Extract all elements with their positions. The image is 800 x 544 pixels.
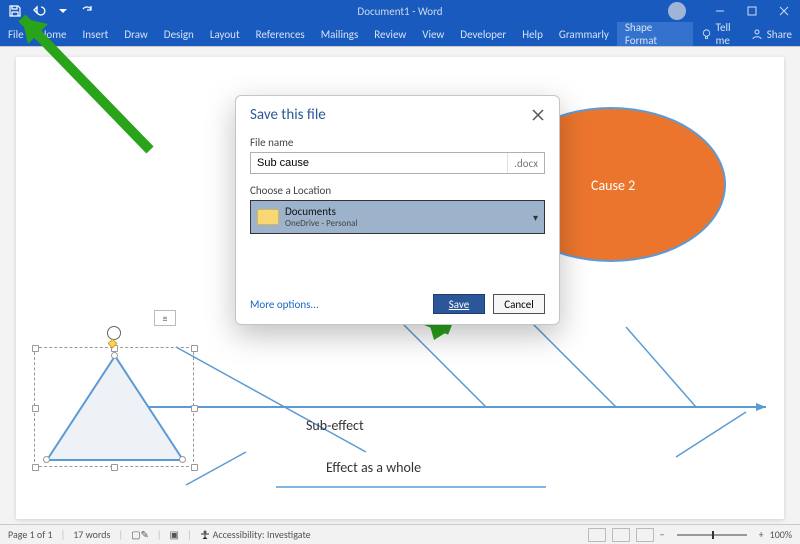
save-dialog: Save this file File name .docx Choose a … <box>235 95 560 325</box>
undo-icon[interactable] <box>30 2 48 20</box>
tab-grammarly[interactable]: Grammarly <box>551 22 617 46</box>
zoom-level[interactable]: 100% <box>770 528 792 541</box>
tab-mailings[interactable]: Mailings <box>313 22 367 46</box>
tab-help[interactable]: Help <box>514 22 551 46</box>
location-sub: OneDrive - Personal <box>285 218 358 229</box>
tab-draw[interactable]: Draw <box>116 22 155 46</box>
avatar <box>668 2 686 20</box>
accessibility-icon <box>200 530 210 540</box>
layout-options-icon[interactable] <box>154 310 176 326</box>
cause2-label: Cause 2 <box>591 177 635 194</box>
print-layout-button[interactable] <box>612 528 630 542</box>
tab-review[interactable]: Review <box>366 22 414 46</box>
tab-references[interactable]: References <box>248 22 313 46</box>
title-bar: Document1 - Word <box>0 0 800 22</box>
file-name-input[interactable] <box>251 153 507 173</box>
share-button[interactable]: Share <box>751 28 792 41</box>
dialog-title: Save this file <box>250 106 326 124</box>
tab-file[interactable]: File <box>0 22 32 46</box>
web-layout-button[interactable] <box>636 528 654 542</box>
status-words[interactable]: 17 words <box>73 528 110 541</box>
file-ext-label[interactable]: .docx <box>507 153 544 173</box>
cancel-button[interactable]: Cancel <box>493 294 545 314</box>
tab-home[interactable]: Home <box>32 22 75 46</box>
status-page[interactable]: Page 1 of 1 <box>8 528 53 541</box>
close-button[interactable] <box>768 0 800 22</box>
ribbon-tabs: File Home Insert Draw Design Layout Refe… <box>0 22 800 46</box>
macro-icon[interactable]: ▣ <box>170 528 179 541</box>
tab-developer[interactable]: Developer <box>452 22 514 46</box>
location-name: Documents <box>285 205 358 218</box>
focus-view-button[interactable] <box>588 528 606 542</box>
rotation-handle[interactable] <box>107 326 121 340</box>
triangle-shape-selected[interactable] <box>34 347 194 467</box>
maximize-button[interactable] <box>736 0 768 22</box>
tab-insert[interactable]: Insert <box>75 22 117 46</box>
file-name-label: File name <box>250 136 545 149</box>
folder-icon <box>257 209 279 225</box>
tell-me-button[interactable]: Tell me <box>701 21 745 47</box>
share-icon <box>751 28 763 40</box>
effect-whole-label: Effect as a whole <box>326 459 421 476</box>
location-dropdown[interactable]: Documents OneDrive - Personal ▾ <box>250 200 545 234</box>
zoom-out-button[interactable]: − <box>660 528 665 541</box>
more-options-link[interactable]: More options... <box>250 298 319 311</box>
location-label: Choose a Location <box>250 184 545 197</box>
redo-icon[interactable] <box>78 2 96 20</box>
tab-design[interactable]: Design <box>156 22 202 46</box>
status-bar: Page 1 of 1 | 17 words | ▢✎ | ▣ | Access… <box>0 524 800 544</box>
accessibility-status[interactable]: Accessibility: Investigate <box>200 528 311 541</box>
qat-more-icon[interactable] <box>54 2 72 20</box>
save-icon[interactable] <box>6 2 24 20</box>
chevron-down-icon: ▾ <box>533 211 538 224</box>
save-button[interactable]: Save <box>433 294 485 314</box>
lightbulb-icon <box>701 28 712 40</box>
user-block[interactable] <box>662 2 696 20</box>
minimize-button[interactable] <box>704 0 736 22</box>
zoom-in-button[interactable]: + <box>759 528 764 541</box>
window-title: Document1 - Word <box>357 5 442 18</box>
sub-effect-label: Sub-effect <box>306 417 364 434</box>
spellcheck-icon[interactable]: ▢✎ <box>131 528 149 541</box>
tab-shape-format[interactable]: Shape Format <box>617 22 693 46</box>
tab-layout[interactable]: Layout <box>202 22 248 46</box>
zoom-slider[interactable] <box>677 534 747 536</box>
tab-view[interactable]: View <box>414 22 452 46</box>
close-icon[interactable] <box>527 104 549 126</box>
